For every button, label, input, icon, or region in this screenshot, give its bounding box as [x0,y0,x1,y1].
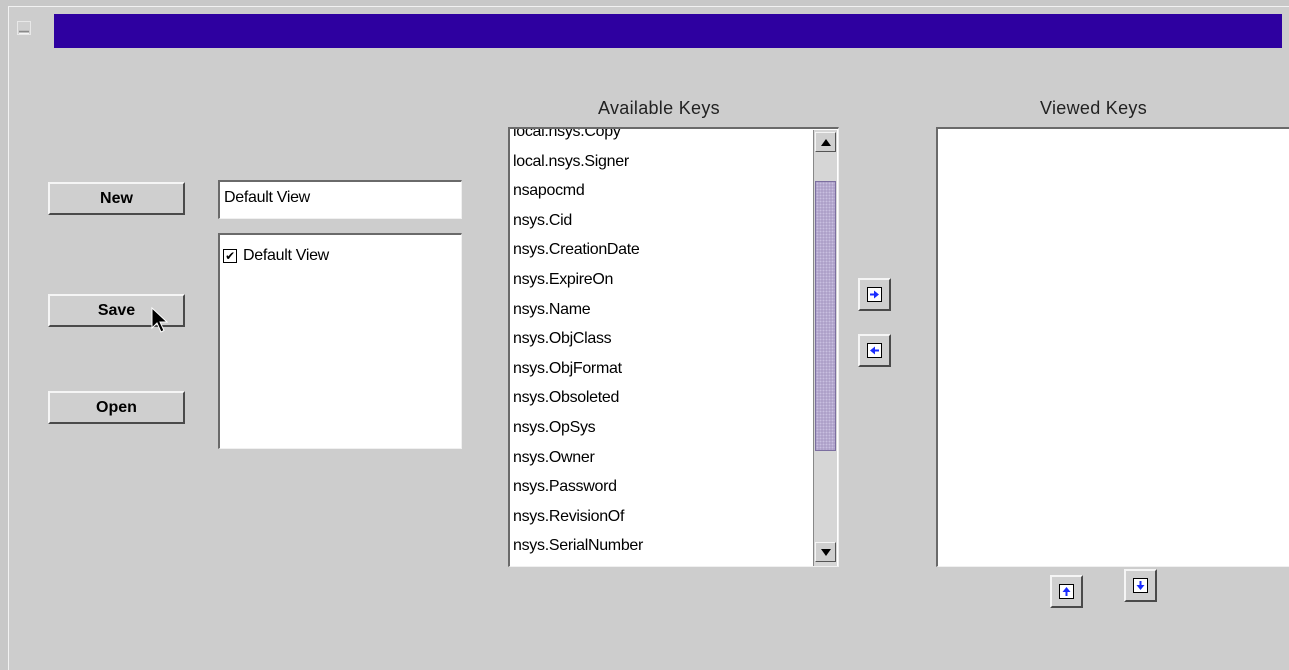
list-item[interactable]: nsys.OpSys [513,413,808,443]
new-button[interactable]: New [48,182,185,215]
list-item[interactable]: nsys.ObjClass [513,324,808,354]
list-item[interactable]: nsys.SerialNumber [513,531,808,561]
add-key-button[interactable] [858,278,891,311]
scrollbar-thumb[interactable] [815,181,836,451]
scrollbar[interactable] [813,130,837,566]
list-item[interactable]: nsys.ExpireOn [513,265,808,295]
view-item-label: Default View [243,247,329,264]
list-item[interactable]: ✔ Default View [223,247,329,265]
list-item[interactable]: nsys.Owner [513,443,808,473]
views-list[interactable]: ✔ Default View [218,233,462,449]
checkbox[interactable]: ✔ [223,249,237,263]
list-item[interactable]: nsys.RevisionOf [513,502,808,532]
move-down-button[interactable] [1124,569,1157,602]
view-name-value: Default View [224,189,310,206]
list-item[interactable]: nsys.CreationDate [513,235,808,265]
remove-key-button[interactable] [858,334,891,367]
triangle-down-icon [820,548,831,556]
mouse-pointer-icon [151,306,169,333]
title-bar[interactable] [54,14,1282,48]
window-menu-icon[interactable] [17,21,31,35]
list-item[interactable]: nsys.Password [513,472,808,502]
viewed-keys-heading: Viewed Keys [1040,98,1148,118]
open-button[interactable]: Open [48,391,185,424]
available-keys-list[interactable]: local.nsys.Copy local.nsys.Signer nsapoc… [508,127,839,567]
open-button-label: Open [96,398,137,416]
save-button-label: Save [97,301,136,319]
list-item[interactable]: nsys.Name [513,295,808,325]
arrow-left-icon [870,346,879,355]
list-item[interactable]: nsys.ObjFormat [513,354,808,384]
list-item[interactable]: nsapocmd [513,176,808,206]
triangle-up-icon [820,138,831,146]
scroll-up-button[interactable] [815,132,836,152]
arrow-down-icon [1136,581,1145,590]
arrow-right-icon [870,290,879,299]
list-item[interactable]: nsys.Obsoleted [513,383,808,413]
scroll-down-button[interactable] [815,542,836,562]
available-keys-heading: Available Keys [598,98,720,118]
arrow-up-icon [1062,587,1071,596]
list-item[interactable]: nsys.Cid [513,206,808,236]
view-name-input[interactable]: Default View [218,180,462,219]
move-up-button[interactable] [1050,575,1083,608]
viewed-keys-list[interactable] [936,127,1289,567]
list-item[interactable]: local.nsys.Signer [513,147,808,177]
list-item[interactable]: local.nsys.Copy [513,129,808,147]
new-button-label: New [100,189,133,207]
